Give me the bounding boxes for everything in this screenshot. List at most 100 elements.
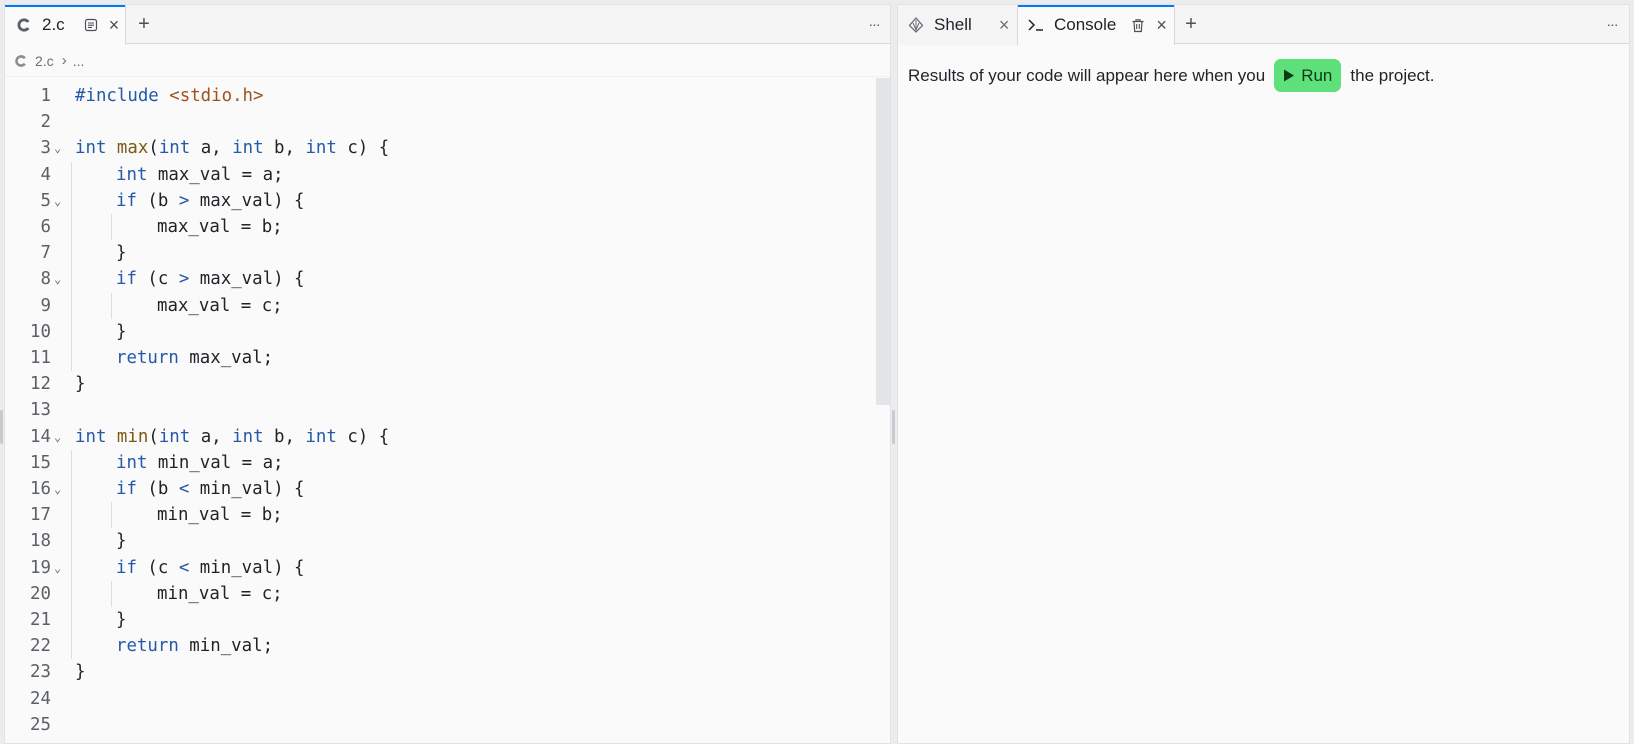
tab-shell[interactable]: Shell × — [898, 5, 1018, 45]
c-language-icon — [13, 53, 29, 69]
code-line[interactable]: 9 max_val = c; — [5, 293, 865, 319]
editor-pane: 2.c × + ··· 2.c › ... 1 #include <stdio.h… — [4, 4, 891, 744]
code-line[interactable]: 19 ⌄ if (c < min_val) { — [5, 555, 865, 581]
code-text: int min(int a, int b, int c) { — [75, 426, 390, 447]
line-number: 2 — [40, 112, 51, 133]
tab-label: Console — [1054, 15, 1117, 34]
tab-2c[interactable]: 2.c × — [5, 5, 126, 45]
code-line[interactable]: 13 — [5, 397, 865, 423]
code-text: } — [116, 321, 127, 342]
code-line[interactable]: 10} — [5, 319, 865, 345]
code-text: return min_val; — [116, 636, 274, 657]
line-number: 4 — [40, 164, 51, 185]
code-line[interactable]: 21} — [5, 607, 865, 633]
code-line[interactable]: 3 ⌄ int max(int a, int b, int c) { — [5, 135, 865, 161]
fold-chevron-icon[interactable]: ⌄ — [54, 555, 66, 581]
editor-tabbar: 2.c × + ··· — [5, 5, 890, 45]
line-number: 7 — [40, 243, 51, 264]
tab-label: Shell — [934, 15, 972, 34]
add-tab-button[interactable]: + — [133, 13, 155, 35]
indent-guide — [111, 502, 112, 529]
code-line[interactable]: 22 return min_val; — [5, 633, 865, 659]
console-empty-message: Results of your code will appear here wh… — [908, 59, 1619, 92]
line-number: 23 — [30, 662, 51, 683]
code-text: } — [75, 662, 86, 683]
indent-guide — [111, 214, 112, 241]
code-text: max_val = b; — [157, 217, 283, 237]
code-line[interactable]: 7} — [5, 240, 865, 266]
add-tab-button[interactable]: + — [1180, 13, 1202, 35]
code-line[interactable]: 16 ⌄ if (b < min_val) { — [5, 476, 865, 502]
line-number: 19 — [30, 557, 51, 578]
breadcrumb: 2.c › ... — [5, 45, 890, 77]
close-icon[interactable]: × — [999, 15, 1010, 36]
breadcrumb-file[interactable]: 2.c — [35, 53, 54, 69]
trash-icon[interactable] — [1130, 17, 1146, 33]
code-line[interactable]: 17 min_val = b; — [5, 502, 865, 528]
line-number: 17 — [30, 505, 51, 526]
indent-guide — [71, 449, 72, 660]
code-text: } — [116, 243, 127, 264]
code-line[interactable]: 11 return max_val; — [5, 345, 865, 371]
code-line[interactable]: 2 — [5, 109, 865, 135]
fold-chevron-icon[interactable]: ⌄ — [54, 188, 66, 214]
console-output: Results of your code will appear here wh… — [898, 45, 1629, 743]
indent-guide — [111, 292, 112, 319]
editor-scrollbar[interactable] — [876, 78, 890, 405]
pane-resize-handle-left[interactable] — [0, 410, 3, 444]
fold-chevron-icon[interactable]: ⌄ — [54, 424, 66, 450]
line-number: 15 — [30, 452, 51, 473]
line-number: 9 — [40, 295, 51, 316]
tools-tabbar: Shell × Console × + ··· — [898, 5, 1629, 45]
code-line[interactable]: 14 ⌄ int min(int a, int b, int c) { — [5, 424, 865, 450]
line-number: 10 — [30, 321, 51, 342]
code-text: if (b > max_val) { — [116, 190, 305, 211]
fold-chevron-icon[interactable]: ⌄ — [54, 135, 66, 161]
line-number: 8 — [40, 269, 51, 290]
code-line[interactable]: 15 int min_val = a; — [5, 450, 865, 476]
c-language-icon — [14, 15, 34, 35]
code-line[interactable]: 24 — [5, 686, 865, 712]
fold-chevron-icon[interactable]: ⌄ — [54, 266, 66, 292]
more-options-button[interactable]: ··· — [1601, 13, 1623, 35]
code-line[interactable]: 8 ⌄ if (c > max_val) { — [5, 266, 865, 292]
tab-console[interactable]: Console × — [1018, 5, 1175, 45]
code-line[interactable]: 25 — [5, 712, 865, 738]
file-options-icon[interactable] — [83, 17, 99, 33]
code-text: #include <stdio.h> — [75, 86, 264, 106]
play-icon — [1283, 69, 1295, 82]
code-line[interactable]: 5 ⌄ if (b > max_val) { — [5, 188, 865, 214]
pane-resize-handle[interactable] — [892, 410, 895, 444]
line-number: 1 — [40, 86, 51, 106]
console-message-before: Results of your code will appear here wh… — [908, 65, 1266, 85]
close-icon[interactable]: × — [1156, 15, 1167, 36]
run-button[interactable]: Run — [1274, 59, 1342, 92]
close-icon[interactable]: × — [109, 15, 120, 36]
line-number: 12 — [30, 374, 51, 395]
tab-label: 2.c — [42, 15, 65, 34]
code-line[interactable]: 1 #include <stdio.h> — [5, 83, 865, 109]
more-options-button[interactable]: ··· — [863, 13, 885, 35]
line-number: 3 — [40, 138, 51, 159]
code-text: max_val = c; — [157, 295, 283, 316]
code-line[interactable]: 23} — [5, 659, 865, 685]
code-text: if (b < min_val) { — [116, 479, 305, 499]
code-text: if (c > max_val) { — [116, 269, 305, 290]
shell-icon — [906, 15, 926, 35]
code-line[interactable]: 4 int max_val = a; — [5, 162, 865, 188]
line-number: 24 — [30, 688, 51, 709]
code-text: return max_val; — [116, 348, 274, 368]
indent-guide — [71, 161, 72, 372]
code-line[interactable]: 20 min_val = c; — [5, 581, 865, 607]
code-editor[interactable]: 1 #include <stdio.h> 2 3 ⌄ int max(int a, int… — [5, 78, 890, 743]
breadcrumb-more[interactable]: ... — [73, 53, 85, 69]
run-label: Run — [1301, 65, 1333, 85]
line-number: 16 — [30, 479, 51, 499]
code-text: } — [116, 610, 127, 630]
code-line[interactable]: 6 max_val = b; — [5, 214, 865, 240]
code-line[interactable]: 18} — [5, 528, 865, 554]
code-line[interactable]: 12} — [5, 371, 865, 397]
fold-chevron-icon[interactable]: ⌄ — [54, 476, 66, 502]
code-text: int min_val = a; — [116, 452, 284, 473]
console-message-after: the project. — [1350, 65, 1435, 85]
